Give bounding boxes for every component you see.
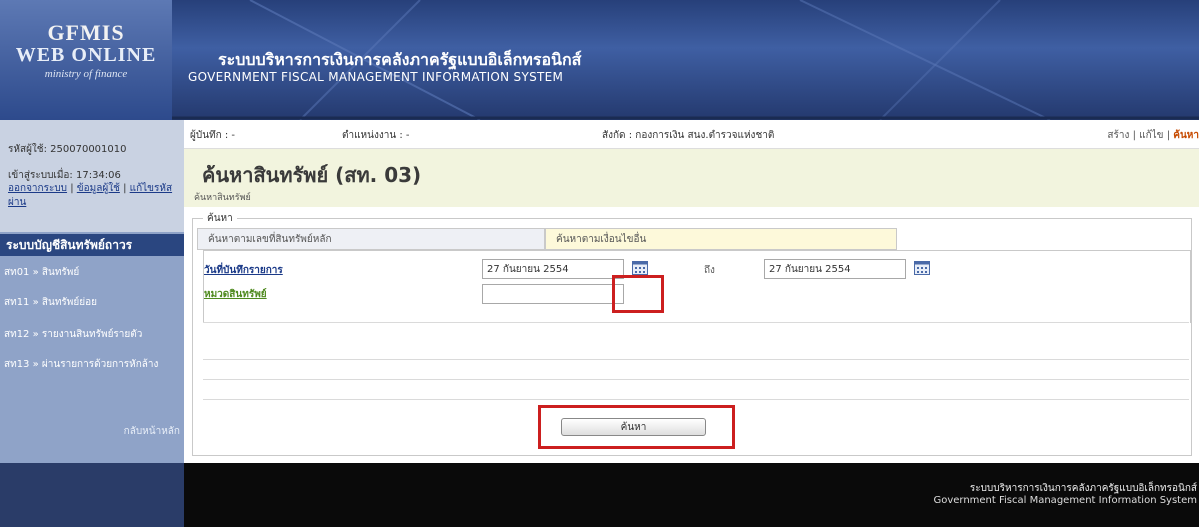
highlight-calendar	[612, 275, 664, 313]
logout-link[interactable]: ออกจากระบบ	[8, 183, 67, 194]
page-subtitle: ค้นหาสินทรัพย์	[194, 193, 251, 203]
home-link[interactable]: กลับหน้าหลัก	[124, 424, 180, 439]
search-link[interactable]: ค้นหา	[1173, 130, 1199, 141]
title-bar: ค้นหาสินทรัพย์ (สท. 03) ค้นหาสินทรัพย์	[184, 149, 1199, 207]
logo-tagline: ministry of finance	[44, 68, 128, 80]
calendar-icon[interactable]	[914, 261, 930, 275]
asset-category-label[interactable]: หมวดสินทรัพย์	[204, 287, 267, 302]
sidebar-item-st11[interactable]: สท11 » สินทรัพย์ย่อย	[4, 296, 182, 310]
divider	[203, 322, 1189, 323]
system-name-en: GOVERNMENT FISCAL MANAGEMENT INFORMATION…	[188, 70, 564, 84]
edit-link[interactable]: แก้ไข	[1139, 130, 1163, 141]
divider	[203, 359, 1189, 360]
date-to-input[interactable]: 27 กันยายน 2554	[764, 259, 906, 279]
action-separator: |	[1132, 130, 1136, 141]
sidebar-item-st13[interactable]: สท13 » ผ่านรายการด้วยการหักล้าง	[4, 358, 182, 372]
recorder-info: ผู้บันทึก : -	[190, 130, 236, 141]
user-code: รหัสผู้ใช้: 250070001010	[8, 144, 127, 155]
action-separator: |	[1166, 130, 1171, 141]
user-info-block: รหัสผู้ใช้: 250070001010 เข้าสู่ระบบเมื่…	[0, 120, 184, 232]
gfmis-logo: GFMIS WEB ONLINE ministry of finance	[0, 0, 172, 120]
divider	[203, 379, 1189, 380]
divider	[203, 399, 1189, 400]
tab-search-by-asset-number[interactable]: ค้นหาตามเลขที่สินทรัพย์หลัก	[197, 228, 545, 250]
page-title: ค้นหาสินทรัพย์ (สท. 03)	[202, 163, 422, 187]
footer-line-en: Government Fiscal Management Information…	[933, 495, 1197, 506]
footer-line-th: ระบบบริหารการเงินการคลังภาครัฐแบบอิเล็กท…	[969, 483, 1197, 494]
banner-decoration	[172, 0, 1199, 120]
user-info-link[interactable]: ข้อมูลผู้ใช้	[77, 183, 120, 194]
position-info: ตำแหน่งงาน : -	[342, 130, 410, 141]
menu-header: ระบบบัญชีสินทรัพย์ถาวร	[0, 234, 184, 256]
sidebar: รหัสผู้ใช้: 250070001010 เข้าสู่ระบบเมื่…	[0, 120, 184, 463]
footer: ระบบบริหารการเงินการคลังภาครัฐแบบอิเล็กท…	[0, 463, 1199, 527]
date-from-input[interactable]: 27 กันยายน 2554	[482, 259, 624, 279]
action-links: สร้าง | แก้ไข | ค้นหา	[1107, 128, 1199, 143]
header-banner: GFMIS WEB ONLINE ministry of finance ระบ…	[0, 0, 1199, 120]
asset-category-input[interactable]	[482, 284, 624, 304]
sidebar-item-st01[interactable]: สท01 » สินทรัพย์	[4, 266, 182, 280]
user-links: ออกจากระบบ | ข้อมูลผู้ใช้ | แก้ไขรหัสผ่า…	[8, 182, 180, 210]
create-link[interactable]: สร้าง	[1107, 130, 1129, 141]
sidebar-item-st12[interactable]: สท12 » รายงานสินทรัพย์รายตัว	[4, 328, 182, 342]
info-bar: ผู้บันทึก : - ตำแหน่งงาน : - สังกัด : กอ…	[184, 120, 1199, 149]
affiliation-info: สังกัด : กองการเงิน สนง.ตำรวจแห่งชาติ	[602, 130, 775, 141]
logo-title: GFMIS	[47, 20, 125, 45]
search-panel: วันที่บันทึกรายการ 27 กันยายน 2554 ถึง 2…	[203, 250, 1191, 323]
search-legend: ค้นหา	[203, 211, 237, 226]
to-label: ถึง	[704, 265, 715, 276]
record-date-label[interactable]: วันที่บันทึกรายการ	[204, 263, 283, 278]
logo-subtitle: WEB ONLINE	[15, 44, 157, 66]
login-time: เข้าสู่ระบบเมื่อ: 17:34:06	[8, 170, 121, 181]
tab-search-by-other-conditions[interactable]: ค้นหาตามเงื่อนไขอื่น	[545, 228, 897, 250]
link-separator: |	[123, 183, 127, 194]
footer-left	[0, 463, 184, 527]
link-separator: |	[70, 183, 74, 194]
calendar-icon[interactable]	[632, 261, 648, 275]
highlight-search-button	[538, 405, 735, 449]
